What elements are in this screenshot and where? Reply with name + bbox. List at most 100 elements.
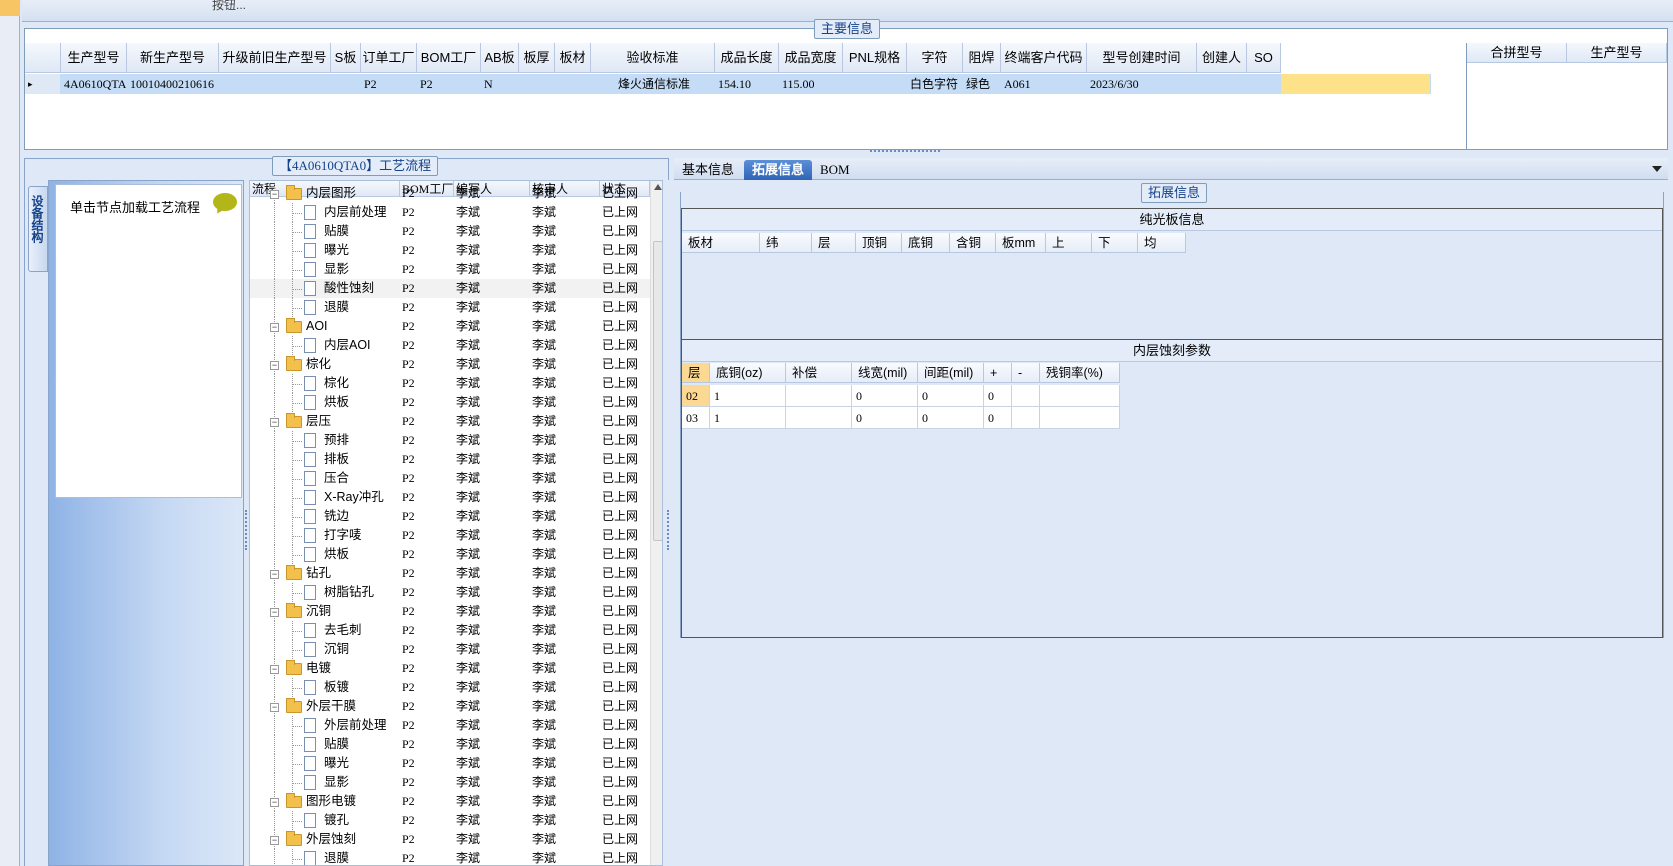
collapse-icon[interactable]: − <box>270 190 279 199</box>
main-cell[interactable]: 10010400210616 <box>127 74 219 94</box>
tree-row[interactable]: 沉铜 P2 李斌 李斌 已上网 <box>250 640 650 659</box>
scroll-up-icon[interactable] <box>654 184 662 190</box>
tree-row[interactable]: X-Ray冲孔 P2 李斌 李斌 已上网 <box>250 488 650 507</box>
inner-etch-col-header[interactable]: 补偿 <box>786 363 852 383</box>
tree-row[interactable]: 退膜 P2 李斌 李斌 已上网 <box>250 849 650 865</box>
tree-row[interactable]: 板镀 P2 李斌 李斌 已上网 <box>250 678 650 697</box>
tab-menu-chevron-down-icon[interactable] <box>1652 166 1662 172</box>
bare-board-col-header[interactable]: 下 <box>1092 233 1138 253</box>
tree-node-label[interactable]: X-Ray冲孔 <box>324 488 384 507</box>
inner-etch-col-header[interactable]: 线宽(mil) <box>852 363 918 383</box>
main-cell[interactable] <box>331 74 361 94</box>
main-cell[interactable]: 115.00 <box>779 74 843 94</box>
inner-etch-cell[interactable]: 0 <box>984 407 1012 429</box>
tree-row[interactable]: 烘板 P2 李斌 李斌 已上网 <box>250 393 650 412</box>
tree-node-label[interactable]: 外层干膜 <box>306 697 356 716</box>
tree-node-label[interactable]: 镀孔 <box>324 811 349 830</box>
tree-node-label[interactable]: 曝光 <box>324 241 349 260</box>
main-col-header[interactable]: 阻焊 <box>963 43 1001 73</box>
tree-node-label[interactable]: 内层图形 <box>306 184 356 203</box>
inner-etch-cell[interactable]: 02 <box>682 385 710 407</box>
tree-row[interactable]: 显影 P2 李斌 李斌 已上网 <box>250 773 650 792</box>
structure-side-tab[interactable]: 设备结构 <box>28 186 48 272</box>
tree-node-label[interactable]: 树脂钻孔 <box>324 583 374 602</box>
main-col-header[interactable]: 字符 <box>907 43 963 73</box>
tree-row[interactable]: 酸性蚀刻 P2 李斌 李斌 已上网 <box>250 279 650 298</box>
tree-row[interactable]: 去毛刺 P2 李斌 李斌 已上网 <box>250 621 650 640</box>
main-col-header[interactable]: 终端客户代码 <box>1001 43 1087 73</box>
tree-node-label[interactable]: 排板 <box>324 450 349 469</box>
tree-node-label[interactable]: 图形电镀 <box>306 792 356 811</box>
inner-etch-cell[interactable]: 1 <box>710 407 786 429</box>
inner-etch-row[interactable]: 02 1 0 0 0 <box>682 385 1120 407</box>
inner-etch-cell[interactable]: 0 <box>918 407 984 429</box>
inner-etch-cell[interactable]: 0 <box>852 385 918 407</box>
tree-node-label[interactable]: 沉铜 <box>306 602 331 621</box>
main-col-header[interactable]: 新生产型号 <box>127 43 219 73</box>
bare-board-col-header[interactable]: 含铜 <box>950 233 996 253</box>
collapse-icon[interactable]: − <box>270 418 279 427</box>
bare-board-col-header[interactable]: 上 <box>1046 233 1092 253</box>
process-tree-scrollbar[interactable] <box>650 181 662 865</box>
main-cell[interactable]: 白色字符 <box>907 74 963 94</box>
main-col-header[interactable]: 成品长度 <box>715 43 779 73</box>
tree-row[interactable]: 打字唛 P2 李斌 李斌 已上网 <box>250 526 650 545</box>
main-cell[interactable]: P2 <box>417 74 481 94</box>
inner-etch-cell[interactable] <box>1012 407 1040 429</box>
tree-row[interactable]: − 内层图形 P2 李斌 李斌 已上网 <box>250 184 650 203</box>
collapse-icon[interactable]: − <box>270 836 279 845</box>
main-col-header[interactable]: 板材 <box>555 43 591 73</box>
main-col-header[interactable]: SO <box>1247 43 1281 73</box>
tree-row[interactable]: 内层前处理 P2 李斌 李斌 已上网 <box>250 203 650 222</box>
bare-board-col-header[interactable]: 底铜 <box>902 233 950 253</box>
main-col-header[interactable]: BOM工厂 <box>417 43 481 73</box>
tree-row[interactable]: − 钻孔 P2 李斌 李斌 已上网 <box>250 564 650 583</box>
tree-row[interactable]: 贴膜 P2 李斌 李斌 已上网 <box>250 735 650 754</box>
tree-row[interactable]: 外层前处理 P2 李斌 李斌 已上网 <box>250 716 650 735</box>
tree-node-label[interactable]: 铣边 <box>324 507 349 526</box>
tab-extension-info[interactable]: 拓展信息 <box>744 160 813 180</box>
tree-row[interactable]: 镀孔 P2 李斌 李斌 已上网 <box>250 811 650 830</box>
tree-node-label[interactable]: 压合 <box>324 469 349 488</box>
main-col-header[interactable]: 板厚 <box>519 43 555 73</box>
tree-row[interactable]: 内层AOI P2 李斌 李斌 已上网 <box>250 336 650 355</box>
tree-row[interactable]: − 外层干膜 P2 李斌 李斌 已上网 <box>250 697 650 716</box>
tree-node-label[interactable]: 层压 <box>306 412 331 431</box>
tree-row[interactable]: − 棕化 P2 李斌 李斌 已上网 <box>250 355 650 374</box>
tree-node-label[interactable]: 棕化 <box>306 355 331 374</box>
collapse-icon[interactable]: − <box>270 361 279 370</box>
main-cell[interactable]: P2 <box>361 74 417 94</box>
inner-etch-col-header[interactable]: 底铜(oz) <box>710 363 786 383</box>
inner-etch-cell[interactable]: 0 <box>852 407 918 429</box>
tab-bom[interactable]: BOM <box>812 160 858 180</box>
tab-basic-info[interactable]: 基本信息 <box>674 160 742 180</box>
main-col-header[interactable]: 升级前旧生产型号 <box>219 43 331 73</box>
inner-etch-col-header[interactable]: + <box>984 363 1012 383</box>
tree-node-label[interactable]: 显影 <box>324 773 349 792</box>
merge-col-header[interactable]: 合拼型号 <box>1467 43 1567 63</box>
inner-etch-cell[interactable]: 1 <box>710 385 786 407</box>
tree-row[interactable]: 退膜 P2 李斌 李斌 已上网 <box>250 298 650 317</box>
inner-etch-col-header[interactable]: 残铜率(%) <box>1040 363 1120 383</box>
tree-row[interactable]: 预排 P2 李斌 李斌 已上网 <box>250 431 650 450</box>
tree-node-label[interactable]: 贴膜 <box>324 735 349 754</box>
inner-etch-cell[interactable]: 0 <box>918 385 984 407</box>
main-cell[interactable] <box>843 74 907 94</box>
inner-etch-cell[interactable] <box>786 407 852 429</box>
tree-node-label[interactable]: 显影 <box>324 260 349 279</box>
main-col-header[interactable]: S板 <box>331 43 361 73</box>
collapse-icon[interactable]: − <box>270 608 279 617</box>
tree-row[interactable]: − 外层蚀刻 P2 李斌 李斌 已上网 <box>250 830 650 849</box>
tree-row[interactable]: 烘板 P2 李斌 李斌 已上网 <box>250 545 650 564</box>
bare-board-col-header[interactable]: 均 <box>1138 233 1186 253</box>
main-cell[interactable] <box>1197 74 1247 94</box>
main-col-header[interactable]: AB板 <box>481 43 519 73</box>
main-cell[interactable] <box>555 74 591 94</box>
scroll-thumb[interactable] <box>653 241 662 541</box>
center-splitter[interactable] <box>664 180 672 866</box>
tree-row[interactable]: − 沉铜 P2 李斌 李斌 已上网 <box>250 602 650 621</box>
main-info-row[interactable]: ▸ 4A0610QTA0 10010400210616 P2 P2 N 烽火通信标准 154.… <box>25 74 1431 94</box>
tree-node-label[interactable]: 板镀 <box>324 678 349 697</box>
tree-row[interactable]: 贴膜 P2 李斌 李斌 已上网 <box>250 222 650 241</box>
tree-row[interactable]: − 电镀 P2 李斌 李斌 已上网 <box>250 659 650 678</box>
